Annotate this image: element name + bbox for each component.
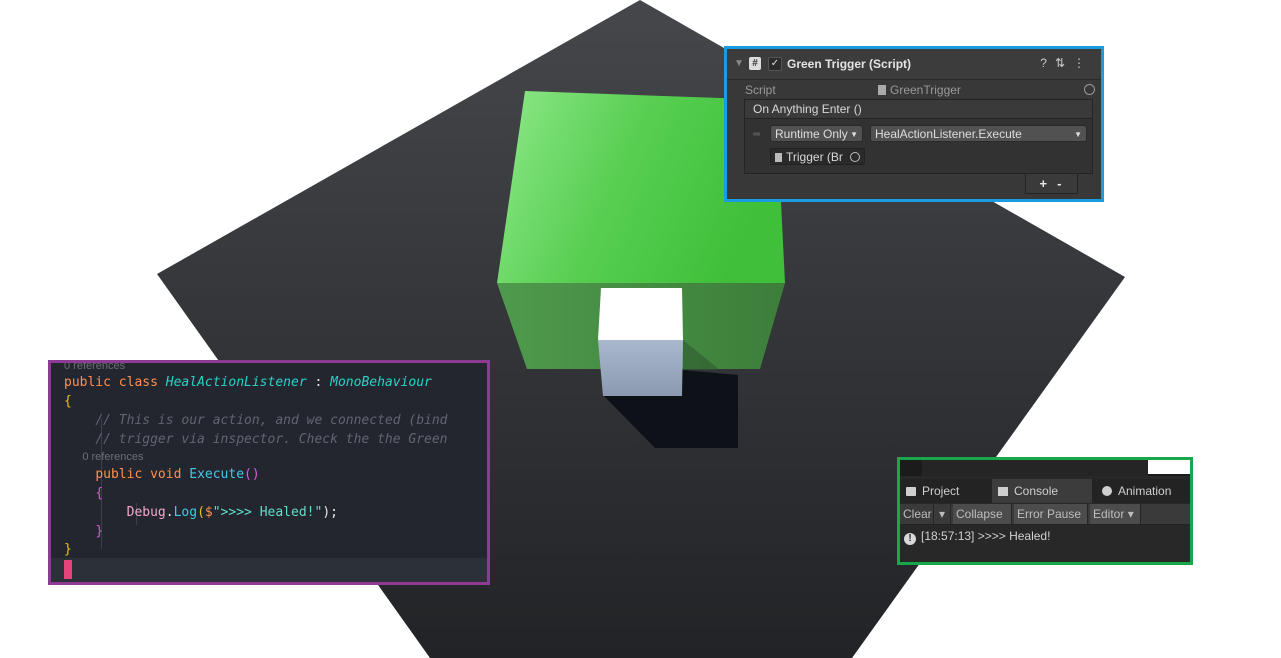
object-picker-icon[interactable] (850, 152, 860, 162)
chevron-down-icon: ▼ (1074, 130, 1082, 139)
tab-project[interactable]: Project (900, 479, 990, 503)
clear-button[interactable]: Clear (900, 504, 934, 524)
code-lens-method-references[interactable]: 0 references (64, 447, 143, 466)
clock-icon (1102, 486, 1112, 496)
script-label: Script (745, 83, 776, 97)
function-dropdown[interactable]: HealActionListener.Execute ▼ (870, 125, 1087, 142)
current-line-highlight (51, 558, 487, 582)
sliders-icon[interactable]: ⇅ (1055, 56, 1073, 70)
kebab-menu-icon[interactable]: ⋮ (1073, 56, 1093, 70)
collapse-button[interactable]: Collapse (953, 504, 1012, 524)
script-value: GreenTrigger (890, 83, 961, 97)
window-top-bar-segment (922, 460, 1148, 476)
tab-console[interactable]: Console (992, 479, 1092, 503)
remove-listener-button[interactable]: - (1057, 176, 1071, 191)
tab-strip: Project Console Animation (900, 479, 1190, 503)
log-message: [18:57:13] >>>> Healed! (921, 529, 1051, 543)
target-object-value: Trigger (Br (786, 150, 843, 164)
code-line-open-brace: { (64, 394, 72, 409)
clear-options-dropdown[interactable]: ▾ (934, 504, 951, 524)
tab-project-label: Project (922, 484, 960, 498)
code-line-method-open: { (95, 486, 104, 501)
console-icon (998, 487, 1008, 496)
console-toolbar: Clear ▾ Collapse Error Pause Editor ▾ (900, 504, 1190, 525)
component-enabled-checkbox[interactable]: ✓ (768, 57, 782, 71)
window-top-bar-highlight (1148, 460, 1190, 474)
tab-console-label: Console (1014, 484, 1059, 498)
question-icon[interactable]: ? (1040, 56, 1055, 70)
add-remove-buttons: +- (1025, 174, 1078, 194)
code-line-method-signature: public void Execute() (95, 467, 260, 482)
object-icon (775, 153, 782, 162)
runtime-value: Runtime Only (775, 127, 848, 141)
chevron-down-icon: ▼ (850, 130, 858, 139)
component-header[interactable]: ▼ # ✓ Green Trigger (Script) ?⇅⋮ (727, 49, 1101, 80)
error-pause-button[interactable]: Error Pause (1014, 504, 1088, 524)
code-line-method-close: } (95, 524, 104, 539)
event-header: On Anything Enter () (745, 100, 1092, 119)
code-line-comment-1: // This is our action, and we connected … (95, 413, 448, 428)
tab-animation-label: Animation (1118, 484, 1172, 498)
function-value: HealActionListener.Execute (875, 127, 1022, 141)
white-cube-top (598, 288, 683, 340)
code-editor[interactable]: 0 references public class HealActionList… (48, 360, 490, 585)
foldout-arrow-icon[interactable]: ▼ (734, 58, 744, 69)
drag-handle-icon[interactable]: ═ (753, 129, 760, 140)
tab-animation[interactable]: Animation (1096, 479, 1190, 503)
code-line-close-brace: } (64, 542, 72, 557)
unity-event-box: On Anything Enter () ═ Runtime Only ▼ He… (744, 99, 1093, 174)
editor-dropdown[interactable]: Editor ▾ (1090, 504, 1141, 524)
log-entry[interactable]: ! [18:57:13] >>>> Healed! (904, 528, 1050, 545)
script-hash-icon: # (749, 57, 761, 70)
component-title: Green Trigger (Script) (787, 57, 912, 71)
white-cube-front (598, 340, 683, 396)
code-line-class-declaration: public class HealActionListener : MonoBe… (64, 375, 432, 390)
target-object-field[interactable]: Trigger (Br (770, 148, 865, 165)
script-field[interactable]: GreenTrigger (878, 83, 961, 97)
text-cursor (64, 560, 72, 579)
info-icon: ! (904, 533, 916, 545)
code-line-debug-log: Debug.Log($">>>> Healed!"); (126, 505, 338, 520)
script-file-icon (878, 85, 886, 95)
inspector-panel: ▼ # ✓ Green Trigger (Script) ?⇅⋮ Script … (724, 46, 1104, 202)
folder-icon (906, 487, 916, 496)
runtime-dropdown[interactable]: Runtime Only ▼ (770, 125, 863, 142)
editor-label: Editor (1093, 507, 1125, 521)
console-window: Project Console Animation Clear ▾ Collap… (897, 457, 1193, 565)
object-picker-icon[interactable] (1084, 84, 1095, 95)
add-listener-button[interactable]: + (1040, 176, 1058, 191)
chevron-down-icon: ▾ (1127, 507, 1134, 521)
